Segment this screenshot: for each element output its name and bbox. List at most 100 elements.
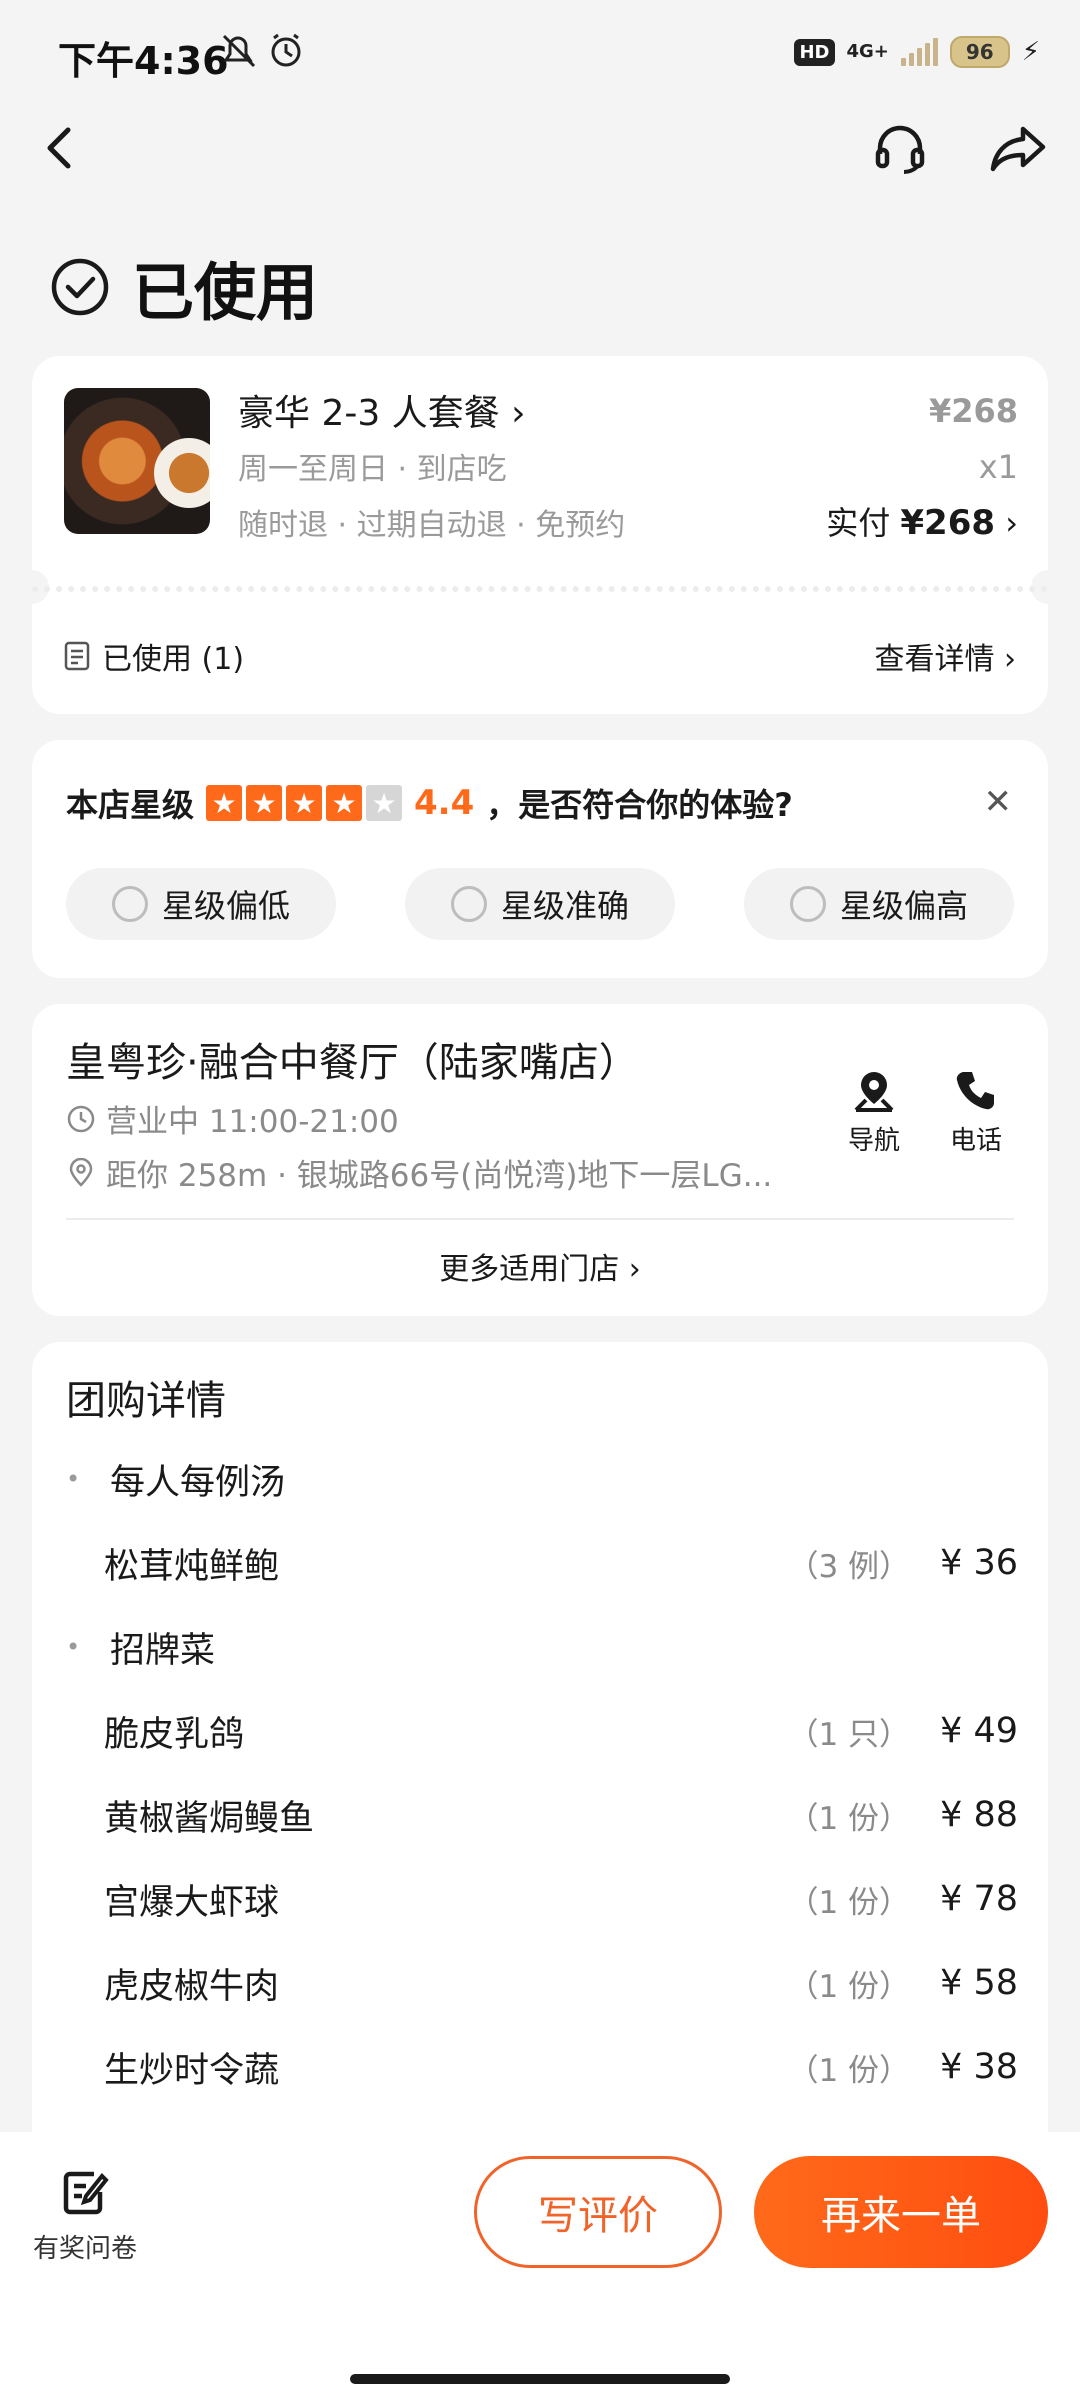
rating-score: 4.4 [414, 783, 475, 823]
chevron-right-icon: › [1005, 504, 1018, 542]
star-icon: ★ [326, 785, 363, 821]
status-title: 已使用 [132, 256, 319, 329]
rating-label: 本店星级 [66, 786, 195, 824]
customer-service-button[interactable] [870, 118, 930, 178]
check-circle-icon [51, 258, 109, 316]
rating-question: 本店星级 ★ ★ ★ ★ ★ 4.4 ，是否符合你的体验? [66, 780, 793, 826]
section-heading-text: 每人每例汤 [110, 1462, 286, 1503]
dish-price: ¥ 88 [940, 1795, 1018, 1835]
shop-name[interactable]: 皇粤珍·融合中餐厅（陆家嘴店） [66, 1030, 639, 1088]
rating-too-high-button[interactable]: 星级偏高 [744, 868, 1014, 940]
shop-card: 皇粤珍·融合中餐厅（陆家嘴店） 营业中 11:00-21:00 距你 258m … [32, 1004, 1048, 1316]
neutral-face-icon [111, 886, 148, 922]
battery-icon: 96 [949, 36, 1010, 68]
dish-price: ¥ 38 [940, 2047, 1018, 2087]
group-details-title: 团购详情 [66, 1378, 226, 1424]
network-label: 4G+ [846, 41, 889, 62]
phone-label: 电话 [949, 1126, 1002, 1156]
shop-hours: 营业中 11:00-21:00 [66, 1096, 399, 1141]
group-details-card: 团购详情 • 每人每例汤 松茸炖鲜鲍 （3 例） ¥ 36 • 招牌菜 脆皮乳鸽… [32, 1342, 1048, 2162]
dish-count: （1 份） [787, 2052, 911, 2089]
bell-off-icon [222, 33, 301, 68]
share-button[interactable] [988, 118, 1048, 178]
dish-price: ¥ 78 [940, 1879, 1018, 1919]
deal-policies: 随时退 · 过期自动退 · 免预约 [238, 508, 626, 543]
phone-icon [956, 1072, 994, 1110]
ticket-perforation [32, 586, 1048, 592]
back-button[interactable] [30, 118, 90, 178]
shop-address[interactable]: 距你 258m · 银城路66号(尚悦湾)地下一层LG... [66, 1150, 772, 1195]
deal-title-link[interactable]: 豪华 2-3 人套餐 › [238, 384, 526, 436]
dish-count: （1 份） [787, 1800, 911, 1837]
used-vouchers-row: 已使用 (1) [64, 634, 244, 678]
section-heading-text: 招牌菜 [110, 1630, 216, 1671]
rating-accurate-button[interactable]: 星级准确 [405, 868, 675, 940]
edit-survey-icon [63, 2171, 109, 2215]
clock-icon [67, 1105, 95, 1132]
dish-name: 虎皮椒牛肉 [104, 1966, 280, 2007]
smile-face-icon [450, 886, 487, 922]
dish-price: ¥ 36 [940, 1543, 1018, 1583]
quantity: x1 [978, 448, 1018, 486]
deal-thumbnail[interactable] [64, 388, 210, 534]
dish-name: 脆皮乳鸽 [104, 1714, 245, 1755]
mute-alarm-icons [220, 32, 310, 81]
write-review-button[interactable]: 写评价 [474, 2156, 722, 2268]
original-price: ¥268 [928, 392, 1018, 430]
call-button[interactable]: 电话 [936, 1068, 1016, 1157]
chevron-right-icon: › [1004, 642, 1016, 677]
divider [66, 1218, 1014, 1220]
star-rating: ★ ★ ★ ★ ★ [206, 785, 403, 821]
dish-price: ¥ 49 [940, 1711, 1018, 1751]
chevron-left-icon [47, 127, 71, 169]
address-text: 距你 258m · 银城路66号(尚悦湾)地下一层LG... [106, 1158, 773, 1194]
charging-icon: ⚡ [1021, 37, 1040, 67]
navigate-button[interactable]: 导航 [834, 1068, 914, 1157]
view-details-link[interactable]: 查看详情 › [874, 634, 1016, 678]
dish-name: 松茸炖鲜鲍 [104, 1546, 280, 1587]
star-icon: ★ [286, 785, 323, 821]
list-item: 宫爆大虾球 （1 份） ¥ 78 [66, 1874, 1018, 1924]
bullet-icon: • [66, 1633, 81, 1661]
star-icon: ★ [246, 785, 283, 821]
location-pin-icon [69, 1157, 93, 1187]
survey-label: 有奖问卷 [32, 2234, 137, 2264]
rating-card: 本店星级 ★ ★ ★ ★ ★ 4.4 ，是否符合你的体验? ✕ 星级偏低 星级准… [32, 740, 1048, 978]
deal-subtitle: 周一至周日 · 到店吃 [238, 452, 507, 487]
hd-badge: HD [794, 38, 835, 66]
deal-title: 豪华 2-3 人套餐 [238, 393, 500, 434]
headset-icon [875, 125, 925, 174]
bullet-icon: • [66, 1465, 81, 1493]
option-label: 星级偏低 [161, 887, 290, 925]
rating-too-low-button[interactable]: 星级偏低 [66, 868, 336, 940]
paid-label: 实付 [826, 504, 891, 542]
hours-text: 营业中 11:00-21:00 [106, 1104, 399, 1140]
option-label: 星级准确 [500, 887, 629, 925]
document-icon [64, 641, 90, 671]
close-icon[interactable]: ✕ [984, 782, 1013, 822]
home-indicator[interactable] [350, 2374, 730, 2384]
signal-icon [900, 38, 938, 66]
order-card: 豪华 2-3 人套餐 › 周一至周日 · 到店吃 随时退 · 过期自动退 · 免… [15, 356, 1065, 714]
neutral-face-icon [789, 886, 826, 922]
section-heading: • 招牌菜 [66, 1622, 1018, 1672]
paid-amount: ¥268 [900, 503, 996, 543]
paid-amount-link[interactable]: 实付 ¥268 › [826, 498, 1018, 544]
status-right: HD 4G+ 96 ⚡ [794, 36, 1040, 68]
dish-count: （1 份） [787, 1884, 911, 1921]
star-icon: ★ [206, 785, 243, 821]
dish-count: （1 份） [787, 1968, 911, 2005]
dish-name: 生炒时令蔬 [104, 2050, 280, 2091]
list-item: 生炒时令蔬 （1 份） ¥ 38 [66, 2042, 1018, 2092]
more-stores-label: 更多适用门店 [439, 1252, 620, 1287]
order-status-header: 已使用 [50, 242, 318, 332]
star-empty-icon: ★ [366, 785, 403, 821]
dish-price: ¥ 58 [940, 1963, 1018, 2003]
more-stores-link[interactable]: 更多适用门店 › [32, 1244, 1048, 1288]
reorder-button[interactable]: 再来一单 [754, 2156, 1048, 2268]
dish-count: （1 只） [787, 1716, 911, 1753]
view-details-label: 查看详情 [874, 642, 995, 677]
rating-question-text: ，是否符合你的体验? [486, 786, 793, 824]
survey-button[interactable]: 有奖问卷 [30, 2168, 140, 2265]
list-item: 脆皮乳鸽 （1 只） ¥ 49 [66, 1706, 1018, 1756]
